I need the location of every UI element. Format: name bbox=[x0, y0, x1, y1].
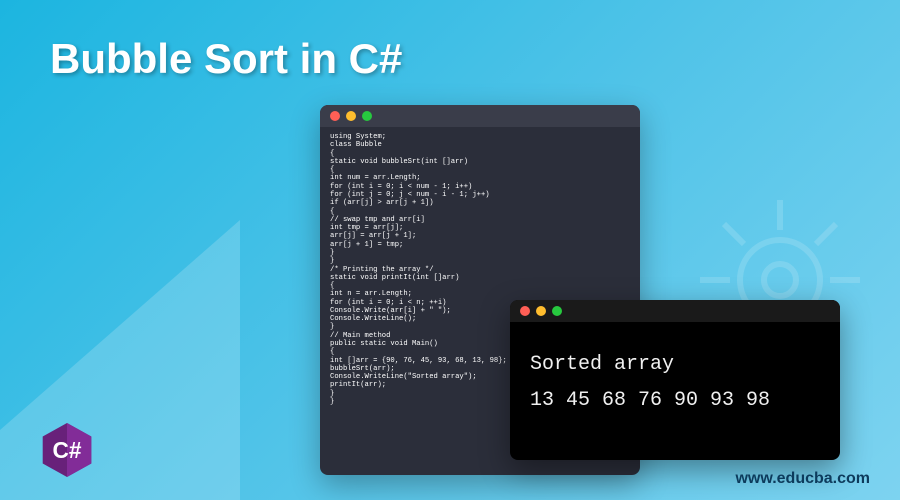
csharp-logo-icon: C# bbox=[40, 420, 94, 480]
terminal-output-window: Sorted array 13 45 68 76 90 93 98 bbox=[510, 300, 840, 460]
maximize-icon bbox=[552, 306, 562, 316]
window-titlebar bbox=[510, 300, 840, 322]
output-values: 13 45 68 76 90 93 98 bbox=[530, 383, 820, 419]
minimize-icon bbox=[346, 111, 356, 121]
close-icon bbox=[330, 111, 340, 121]
maximize-icon bbox=[362, 111, 372, 121]
close-icon bbox=[520, 306, 530, 316]
website-url: www.educba.com bbox=[735, 470, 870, 488]
window-titlebar bbox=[320, 105, 640, 127]
minimize-icon bbox=[536, 306, 546, 316]
diagonal-background-shape bbox=[0, 220, 240, 500]
terminal-output: Sorted array 13 45 68 76 90 93 98 bbox=[510, 322, 840, 444]
output-heading: Sorted array bbox=[530, 347, 820, 383]
svg-text:C#: C# bbox=[53, 437, 82, 463]
page-title: Bubble Sort in C# bbox=[50, 35, 402, 83]
